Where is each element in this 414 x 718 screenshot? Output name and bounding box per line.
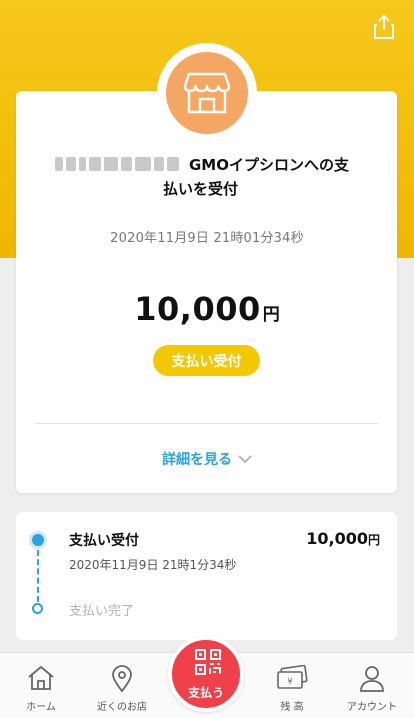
tab-balance-label: 残 高 <box>280 702 304 713</box>
tab-account-label: アカウント <box>347 702 397 713</box>
share-button[interactable] <box>372 14 396 40</box>
share-icon <box>374 15 394 39</box>
timeline-step-pending: 支払い完了 <box>69 604 135 619</box>
tab-home-label: ホーム <box>26 702 56 713</box>
timeline-amount-value: 10,000 <box>306 529 368 548</box>
amount: 10,000 円 <box>0 290 414 328</box>
status-badge: 支払い受付 <box>153 345 260 376</box>
transaction-datetime: 2020年11月9日 21時01分34秒 <box>110 231 304 246</box>
merchant-name-continued: 払いを受付 <box>163 180 239 198</box>
merchant-name: GMOイプシロンへの支 <box>189 156 349 174</box>
amount-currency: 円 <box>262 305 280 325</box>
pay-button[interactable]: 支払う <box>168 636 244 712</box>
home-icon <box>28 666 54 690</box>
timeline-step-title: 支払い受付 <box>69 533 139 549</box>
map-pin-icon <box>112 665 132 693</box>
tab-nearby-stores[interactable]: 近くのお店 <box>81 653 163 718</box>
tab-balance[interactable]: ¥ 残 高 <box>251 653 333 718</box>
timeline-step-time: 2020年11月9日 21時1分34秒 <box>69 558 237 572</box>
tab-account[interactable]: アカウント <box>331 653 413 718</box>
timeline-connector <box>37 550 39 602</box>
balance-icon: ¥ <box>277 665 308 689</box>
view-details-label: 詳細を見る <box>162 452 232 468</box>
view-details-link[interactable]: 詳細を見る <box>0 449 414 469</box>
store-icon <box>183 72 231 114</box>
merchant-name-redacted <box>55 155 179 173</box>
svg-text:¥: ¥ <box>287 677 292 686</box>
qr-code-icon <box>195 649 221 675</box>
divider <box>34 423 379 424</box>
amount-value: 10,000 <box>134 290 261 328</box>
timeline-amount-currency: 円 <box>367 533 380 547</box>
timeline-dot-active <box>32 534 44 546</box>
timeline-dot-pending <box>32 603 43 614</box>
account-icon <box>360 666 384 692</box>
pay-button-label: 支払う <box>187 686 224 700</box>
timeline-step-amount: 10,000円 <box>306 529 380 548</box>
tab-nearby-label: 近くのお店 <box>97 702 147 713</box>
tab-home[interactable]: ホーム <box>0 653 82 718</box>
chevron-down-icon <box>238 454 252 463</box>
store-badge <box>166 52 248 134</box>
